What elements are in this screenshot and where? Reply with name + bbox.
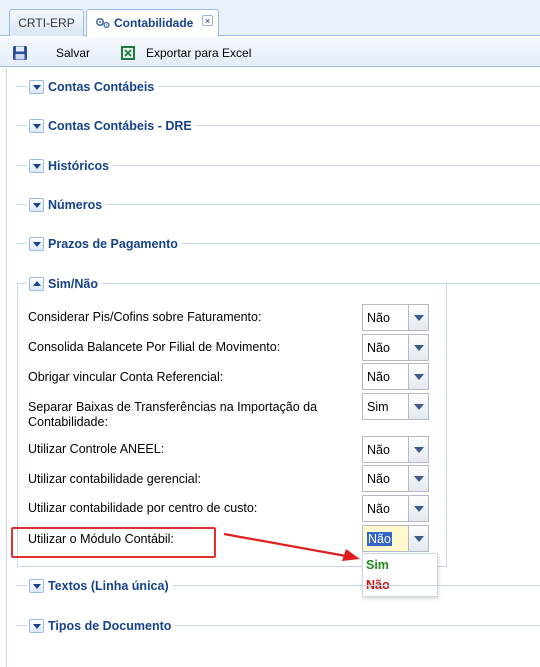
expand-toggle-icon[interactable] — [29, 80, 44, 94]
chevron-down-icon[interactable] — [409, 393, 429, 420]
annotation-highlight-box — [11, 527, 216, 558]
field-label: Utilizar contabilidade gerencial: — [28, 472, 202, 486]
section-title: Textos (Linha única) — [48, 579, 169, 593]
combo-value[interactable]: Não — [362, 436, 409, 463]
section-title: Contas Contábeis - DRE — [48, 119, 192, 133]
field-label: Consolida Balancete Por Filial de Movime… — [28, 340, 281, 354]
combo-value[interactable]: Não — [362, 495, 409, 522]
section-textos-linha-unica: Textos (Linha única) — [17, 576, 540, 596]
annotation-arrow-icon — [223, 532, 360, 561]
field-label: Obrigar vincular Conta Referencial: — [28, 370, 224, 384]
combo-value[interactable]: Não — [362, 525, 409, 552]
combo-obrigar-conta-referencial[interactable]: Não — [362, 363, 429, 390]
tab-label: Contabilidade — [114, 16, 194, 30]
field-label: Utilizar contabilidade por centro de cus… — [28, 501, 258, 515]
section-header[interactable]: Históricos — [27, 156, 114, 176]
section-header[interactable]: Prazos de Pagamento — [27, 234, 182, 254]
combo-centro-de-custo[interactable]: Não — [362, 495, 429, 522]
chevron-down-icon[interactable] — [409, 363, 429, 390]
expand-toggle-icon[interactable] — [29, 198, 44, 212]
tab-crti-erp[interactable]: CRTI-ERP — [9, 9, 84, 36]
combo-value[interactable]: Sim — [362, 393, 409, 420]
section-title: Tipos de Documento — [48, 619, 172, 633]
tab-contabilidade[interactable]: Contabilidade × — [86, 9, 219, 37]
section-header[interactable]: Sim/Não — [27, 274, 103, 294]
panel-border — [6, 68, 7, 667]
combo-value[interactable]: Não — [362, 363, 409, 390]
section-header[interactable]: Números — [27, 195, 107, 215]
selected-text: Não — [367, 532, 392, 546]
combo-controle-aneel[interactable]: Não — [362, 436, 429, 463]
expand-toggle-icon[interactable] — [29, 119, 44, 133]
section-title: Sim/Não — [48, 277, 99, 291]
section-contas-contabeis-dre: Contas Contábeis - DRE — [17, 116, 540, 136]
section-tipos-de-documento: Tipos de Documento — [17, 616, 540, 636]
expand-toggle-icon[interactable] — [29, 237, 44, 251]
field-label: Utilizar Controle ANEEL: — [28, 442, 165, 456]
toolbar: Salvar Exportar para Excel — [0, 37, 540, 67]
combo-contabilidade-gerencial[interactable]: Não — [362, 465, 429, 492]
field-label: Contabilidade: — [28, 415, 108, 429]
floppy-disk-icon — [13, 46, 27, 60]
field-label: Considerar Pis/Cofins sobre Faturamento: — [28, 310, 262, 324]
save-label: Salvar — [56, 46, 91, 60]
combo-value[interactable]: Não — [362, 465, 409, 492]
dropdown-option-sim[interactable]: Sim — [366, 558, 389, 572]
section-prazos-pagamento: Prazos de Pagamento — [17, 234, 540, 254]
section-historicos: Históricos — [17, 156, 540, 176]
section-header[interactable]: Tipos de Documento — [27, 616, 176, 636]
chevron-down-icon[interactable] — [409, 334, 429, 361]
tab-label: CRTI-ERP — [18, 16, 75, 30]
expand-toggle-icon[interactable] — [29, 159, 44, 173]
expand-toggle-icon[interactable] — [29, 619, 44, 633]
tab-strip: CRTI-ERP Contabilidade × — [0, 0, 540, 37]
chevron-down-icon[interactable] — [409, 304, 429, 331]
export-excel-label: Exportar para Excel — [146, 46, 252, 60]
field-label: Separar Baixas de Transferências na Impo… — [28, 400, 318, 414]
combo-separar-baixas[interactable]: Sim — [362, 393, 429, 420]
section-contas-contabeis: Contas Contábeis — [17, 77, 540, 97]
gears-icon — [95, 17, 110, 29]
combo-consolida-balancete[interactable]: Não — [362, 334, 429, 361]
chevron-down-icon[interactable] — [409, 495, 429, 522]
combo-considerar-pis-cofins[interactable]: Não — [362, 304, 429, 331]
section-title: Números — [48, 198, 103, 212]
chevron-down-icon[interactable] — [409, 436, 429, 463]
combo-modulo-contabil[interactable]: Não — [362, 525, 429, 552]
excel-icon — [121, 46, 135, 60]
section-title: Prazos de Pagamento — [48, 237, 178, 251]
section-header[interactable]: Contas Contábeis — [27, 77, 159, 97]
section-sim-nao: Sim/Não — [17, 274, 540, 294]
chevron-down-icon[interactable] — [409, 525, 429, 552]
close-tab-icon[interactable]: × — [202, 15, 213, 26]
combo-value[interactable]: Não — [362, 304, 409, 331]
combo-value[interactable]: Não — [362, 334, 409, 361]
collapse-toggle-icon[interactable] — [29, 277, 44, 291]
expand-toggle-icon[interactable] — [29, 579, 44, 593]
section-title: Históricos — [48, 159, 110, 173]
section-title: Contas Contábeis — [48, 80, 155, 94]
section-header[interactable]: Contas Contábeis - DRE — [27, 116, 196, 136]
chevron-down-icon[interactable] — [409, 465, 429, 492]
section-header[interactable]: Textos (Linha única) — [27, 576, 173, 596]
section-numeros: Números — [17, 195, 540, 215]
